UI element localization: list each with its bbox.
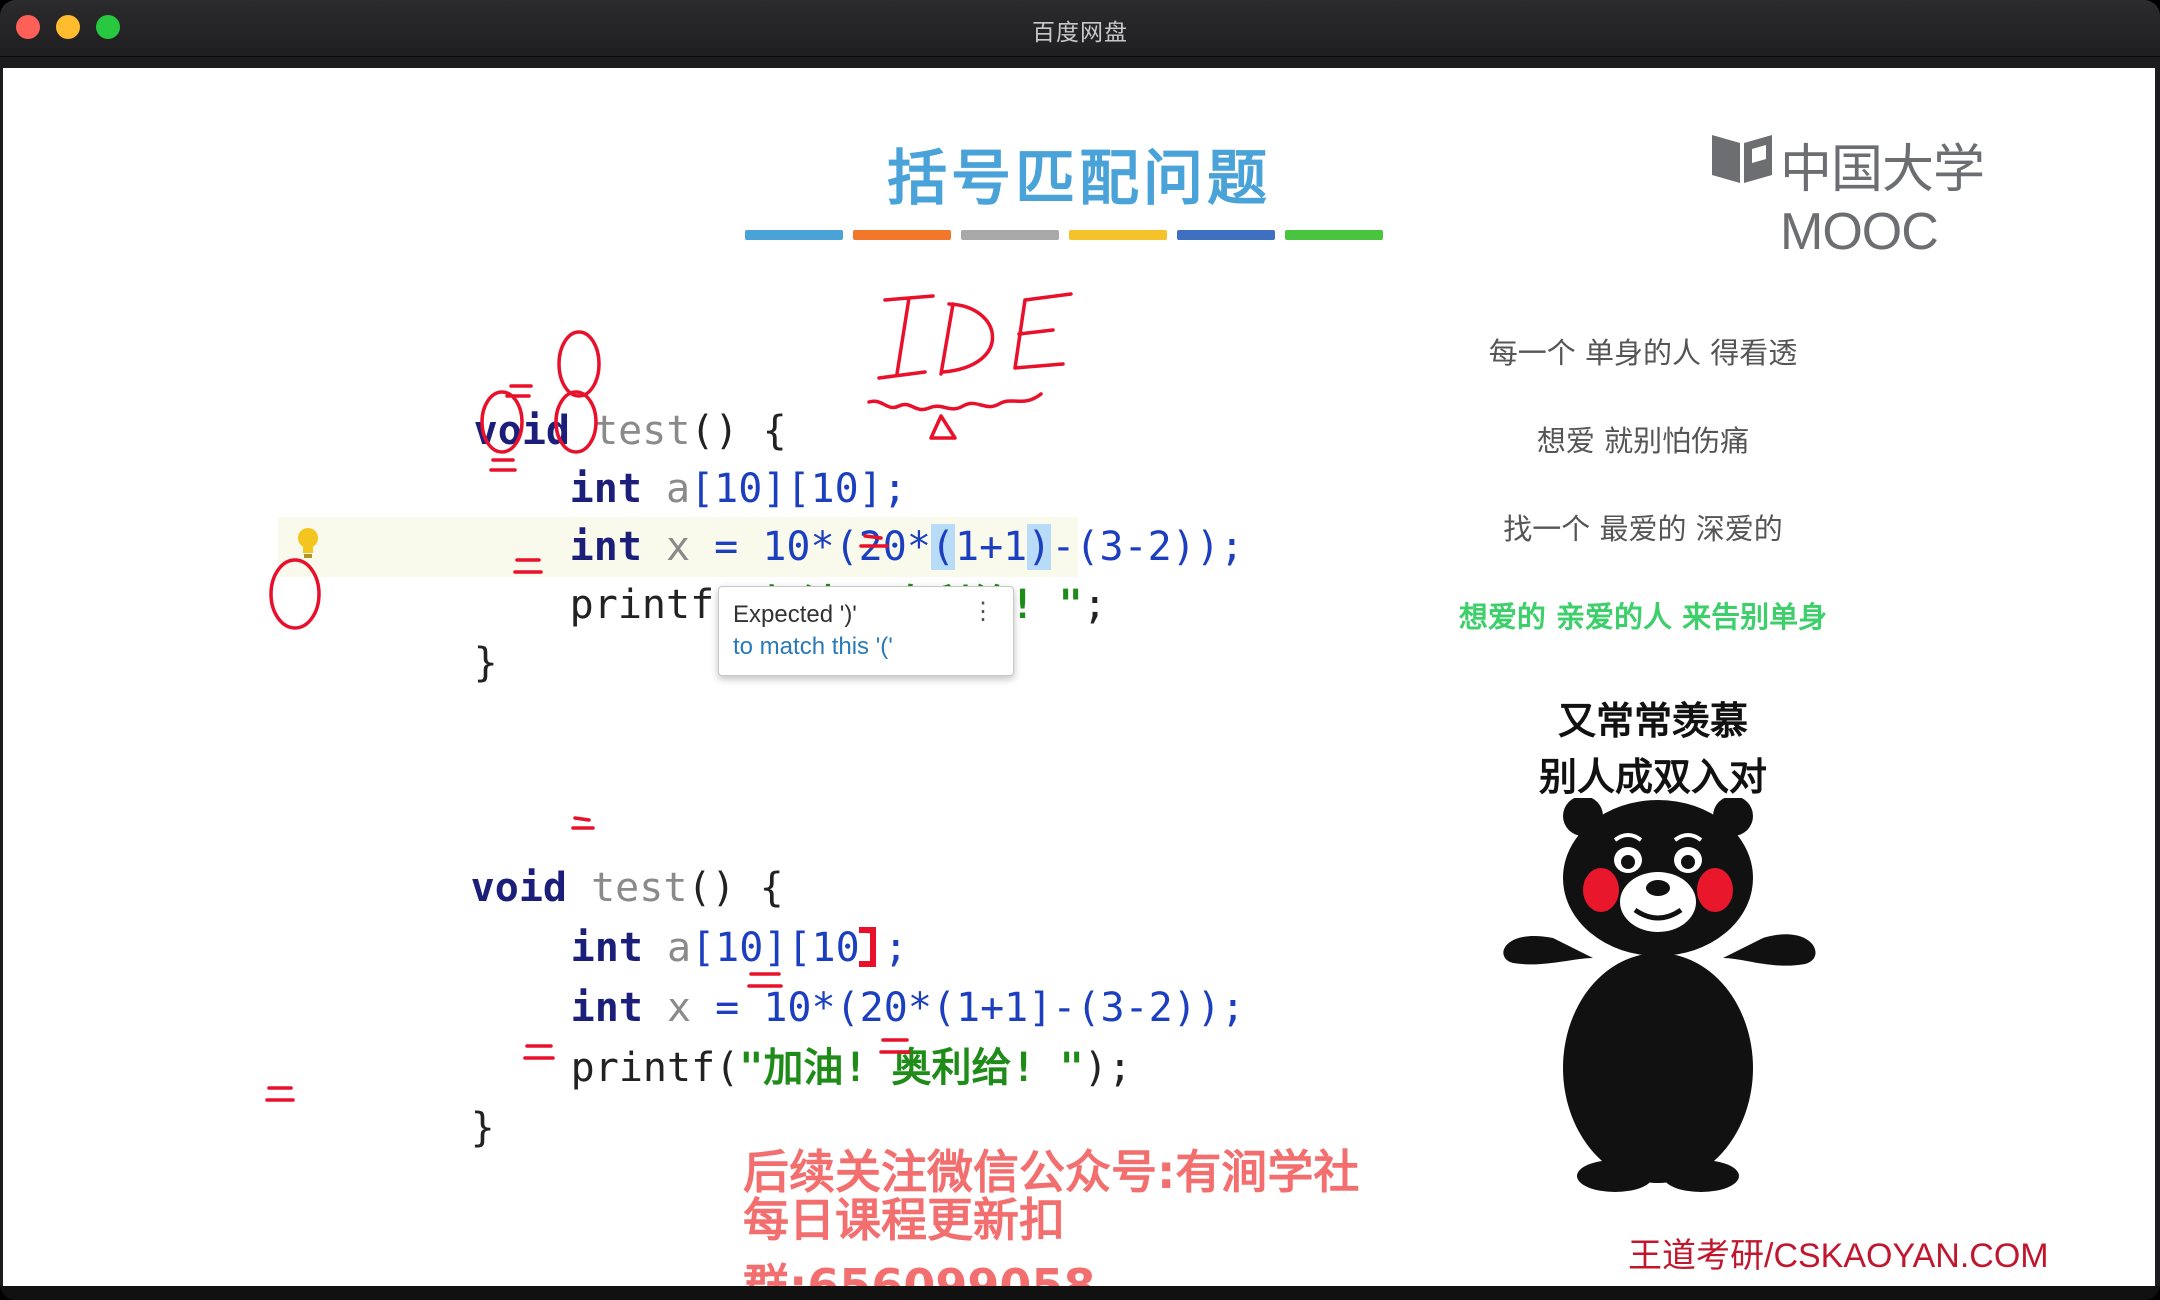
color-bar — [853, 230, 951, 240]
code-line: } — [281, 576, 498, 686]
code-line: int a[10][10]; — [377, 402, 907, 512]
code-text: ); — [1083, 1045, 1132, 1091]
mooc-logo: 中国大学MOOC — [1708, 123, 2108, 261]
code-text: ; — [1082, 582, 1107, 628]
color-bar-strip — [745, 230, 1395, 242]
code-line: void test() { — [278, 798, 784, 911]
color-bar — [1177, 230, 1275, 240]
more-options-icon[interactable]: ⋮ — [971, 597, 995, 626]
color-bar — [1069, 230, 1167, 240]
code-function: printf( — [570, 1045, 740, 1091]
logo-text: 中国大学MOOC — [1780, 141, 1985, 261]
app-window: 百度网盘 括号匹配问题 中国大学MOOC void test() {int a… — [0, 0, 2160, 1300]
code-string: "加油! 奥利给! " — [739, 1045, 1084, 1091]
video-slide[interactable]: 括号匹配问题 中国大学MOOC void test() {int a[10][… — [3, 68, 2155, 1300]
code-line: void test() { — [281, 344, 787, 454]
title-bar: 百度网盘 — [0, 0, 2160, 57]
code-text: } — [470, 1105, 495, 1151]
meme-caption: 又常常羡慕 — [1557, 699, 1748, 743]
window-title: 百度网盘 — [1032, 20, 1128, 46]
color-bar — [1285, 230, 1383, 240]
lyric-line: 想爱 就别怕伤痛 — [1536, 424, 1750, 458]
promo-line: 每日课程更新扣群:656099058 — [743, 1193, 1096, 1300]
meme-caption: 别人成双入对 — [1538, 755, 1767, 799]
code-block-corrected: void test() { int a[10][10]; int x = 10*… — [278, 798, 1245, 1151]
code-line: printf("加油! 奥利给! "; — [377, 518, 1107, 628]
code-text: } — [473, 640, 498, 686]
bottom-frame — [0, 1286, 2160, 1300]
code-line: } — [278, 1038, 495, 1151]
tooltip-detail: to match this '(' — [733, 633, 893, 660]
code-line: int x = 10*(20*(1+1)-(3-2)); — [377, 460, 1244, 570]
lyric-line-highlighted: 想爱的 亲爱的人 来告别单身 — [1458, 600, 1828, 634]
lyric-line: 找一个 最爱的 深爱的 — [1503, 512, 1783, 546]
color-bar — [961, 230, 1059, 240]
code-line: printf("加油! 奥利给! "); — [378, 978, 1132, 1091]
code-line: int x = 10*(20*(1+1]-(3-2)); — [378, 918, 1245, 1031]
footer-watermark: 王道考研/CSKAOYAN.COM — [1628, 1237, 2049, 1275]
color-bar — [745, 230, 843, 240]
kumamon-bear-image — [1503, 798, 1816, 1192]
tooltip-message: Expected ')' — [733, 601, 857, 628]
lyric-line: 每一个 单身的人 得看透 — [1488, 336, 1798, 370]
code-function: printf( — [569, 582, 739, 628]
book-icon — [1712, 135, 1772, 183]
error-tooltip: Expected ')' to match this '(' ⋮ — [718, 586, 1014, 676]
code-line: int a[10][10]; — [378, 858, 908, 971]
